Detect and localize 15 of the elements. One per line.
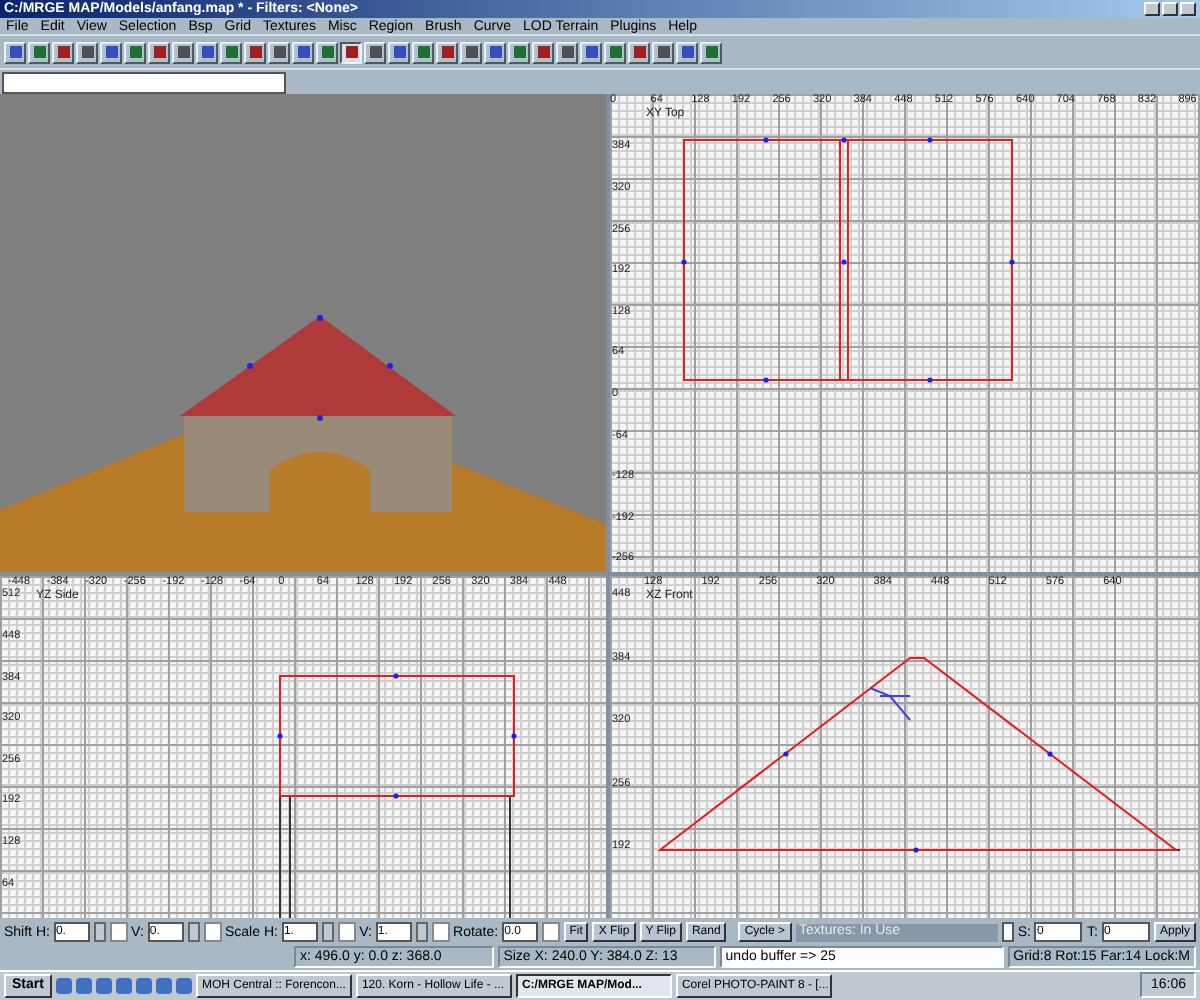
minimize-button[interactable]	[1144, 1, 1160, 16]
command-field[interactable]	[2, 71, 286, 94]
step-field[interactable]	[431, 922, 450, 943]
step-field[interactable]	[109, 922, 128, 943]
dropdown-button[interactable]	[1001, 922, 1014, 943]
spin-button[interactable]	[187, 922, 200, 943]
toolbar-button[interactable]	[340, 41, 362, 64]
step-field[interactable]	[337, 922, 356, 943]
restore-button[interactable]	[1162, 1, 1178, 16]
spin-button[interactable]	[321, 922, 334, 943]
close-button[interactable]	[1180, 1, 1196, 16]
spin-button[interactable]	[415, 922, 428, 943]
spin-button[interactable]	[93, 922, 106, 943]
step-field[interactable]	[203, 922, 221, 943]
step-field[interactable]	[542, 922, 560, 943]
